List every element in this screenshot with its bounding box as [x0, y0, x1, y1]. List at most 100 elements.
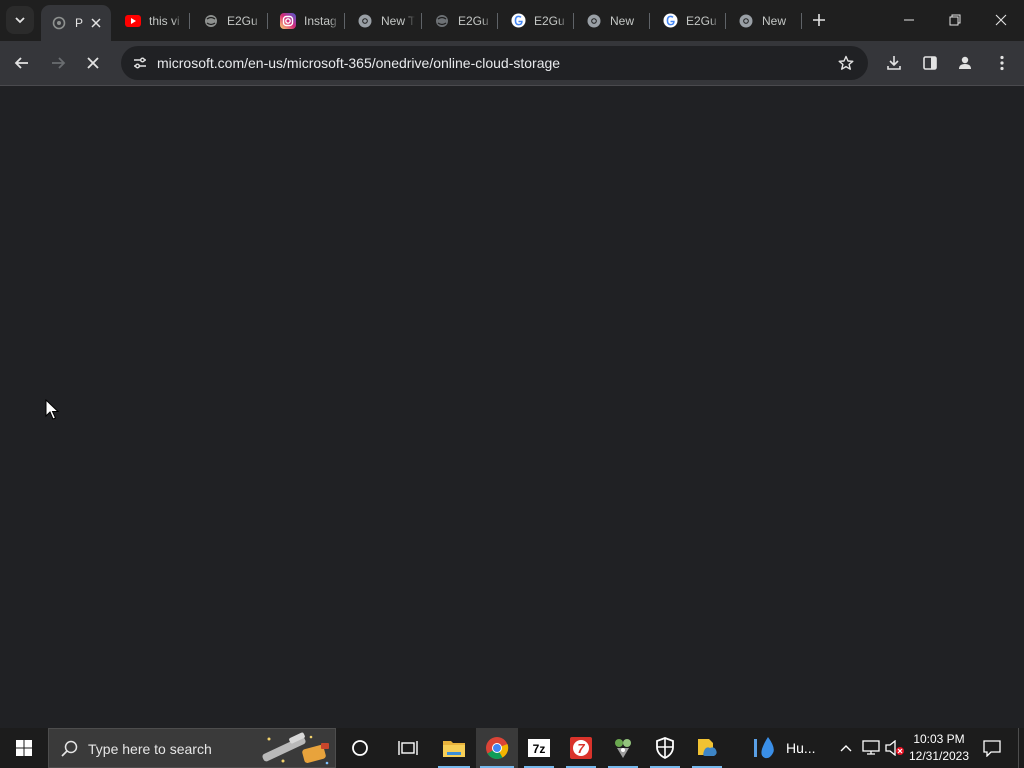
notification-icon	[983, 739, 1001, 757]
tab-e2gu-google-1[interactable]: E2Gu	[500, 6, 568, 35]
tab-separator	[267, 13, 268, 29]
tab-title: P	[75, 16, 84, 30]
tab-strip: P this vi E2Gu Instag New T E2Gu E2Gu Ne…	[0, 0, 1024, 41]
svg-text:7: 7	[577, 741, 585, 756]
tab-separator	[497, 13, 498, 29]
taskbar-security[interactable]	[646, 728, 684, 768]
windows-icon	[16, 740, 32, 756]
stop-loading-button[interactable]	[78, 48, 108, 78]
side-panel-button[interactable]	[915, 48, 945, 78]
show-hidden-icons-button[interactable]	[836, 728, 856, 768]
volume-muted-icon	[885, 740, 904, 756]
arrow-right-icon	[52, 57, 66, 69]
downloads-button[interactable]	[879, 48, 909, 78]
new-tab-button[interactable]	[806, 7, 832, 33]
game-icon	[615, 739, 631, 758]
shield-icon	[656, 737, 674, 759]
taskbar-7zip[interactable]: 7z	[520, 728, 558, 768]
clock-date: 12/31/2023	[908, 749, 970, 763]
task-view-button[interactable]	[386, 728, 430, 768]
forward-button[interactable]	[43, 48, 73, 78]
tab-instagram[interactable]: Instag	[270, 6, 340, 35]
start-button[interactable]	[0, 728, 48, 768]
tab-onedrive[interactable]: P	[41, 5, 111, 41]
taskbar-chrome[interactable]	[476, 728, 518, 768]
volume-button[interactable]	[884, 728, 906, 768]
network-button[interactable]	[860, 728, 882, 768]
taskbar-file-explorer[interactable]	[434, 728, 474, 768]
site-info-icon[interactable]	[126, 49, 154, 77]
tab-title: E2Gu	[686, 13, 717, 28]
tab-title: New	[762, 13, 787, 28]
minimize-button[interactable]	[886, 0, 932, 40]
tab-title: Instag	[304, 13, 337, 28]
circle-icon	[352, 740, 368, 756]
page-content	[0, 87, 1024, 728]
tab-separator	[189, 13, 190, 29]
cortana-button[interactable]	[338, 728, 382, 768]
tab-search-button[interactable]	[6, 6, 34, 34]
close-icon	[995, 14, 1007, 26]
tab-youtube[interactable]: this vi	[115, 6, 183, 35]
profile-button[interactable]	[950, 48, 980, 78]
address-bar[interactable]: microsoft.com/en-us/microsoft-365/onedri…	[121, 46, 868, 80]
loading-spinner-icon	[51, 15, 67, 31]
back-button[interactable]	[7, 48, 37, 78]
task-view-icon	[398, 741, 418, 755]
globe-icon	[203, 13, 219, 29]
tab-e2gu-1[interactable]: E2Gu	[193, 6, 263, 35]
mouse-cursor-icon	[45, 399, 59, 420]
kebab-menu-icon	[1000, 55, 1004, 71]
7zip-icon: 7z	[528, 739, 550, 757]
tab-e2gu-google-2[interactable]: E2Gu	[652, 6, 720, 35]
globe-icon	[434, 13, 450, 29]
tab-new-tab-2[interactable]: New	[576, 6, 644, 35]
arrow-left-icon	[14, 57, 28, 69]
show-desktop-button[interactable]	[1019, 728, 1024, 768]
chevron-down-icon	[15, 17, 25, 24]
restore-icon	[949, 14, 961, 26]
search-placeholder: Type here to search	[88, 741, 212, 757]
weather-widget[interactable]: Hu...	[748, 728, 824, 768]
chrome-icon	[738, 13, 754, 29]
google-icon	[662, 13, 678, 29]
taskbar-search-box[interactable]: Type here to search	[48, 728, 336, 768]
close-icon	[87, 57, 99, 69]
restore-button[interactable]	[932, 0, 978, 40]
svg-text:7z: 7z	[533, 742, 546, 756]
taskbar-app-game[interactable]	[604, 728, 642, 768]
tab-new-tab-3[interactable]: New	[728, 6, 796, 35]
tab-separator	[573, 13, 574, 29]
tab-new-tab-1[interactable]: New T	[347, 6, 415, 35]
side-panel-icon	[923, 56, 937, 70]
folder-icon	[443, 741, 465, 757]
chrome-icon	[486, 737, 509, 759]
tab-title: E2Gu	[534, 13, 565, 28]
tab-title: E2Gu	[458, 13, 489, 28]
instagram-icon	[280, 12, 296, 29]
weather-text: Hu...	[786, 740, 816, 756]
system-clock[interactable]: 10:03 PM 12/31/2023	[905, 731, 973, 765]
files-icon	[698, 739, 717, 756]
close-window-button[interactable]	[978, 0, 1024, 40]
tab-title: New	[610, 13, 635, 28]
tab-title: E2Gu	[227, 13, 258, 28]
minimize-icon	[904, 19, 914, 21]
taskbar-files[interactable]	[688, 728, 726, 768]
chrome-icon	[357, 13, 373, 29]
water-drop-icon	[754, 737, 774, 759]
tab-separator	[725, 13, 726, 29]
bookmark-star-icon[interactable]	[834, 51, 858, 75]
network-icon	[862, 740, 880, 755]
url-text[interactable]: microsoft.com/en-us/microsoft-365/onedri…	[157, 55, 560, 71]
tab-separator	[649, 13, 650, 29]
tab-e2gu-2[interactable]: E2Gu	[424, 6, 492, 35]
notification-center-button[interactable]	[978, 728, 1006, 768]
browser-toolbar: microsoft.com/en-us/microsoft-365/onedri…	[0, 41, 1024, 86]
taskbar-app-red[interactable]: 7	[562, 728, 600, 768]
tab-separator	[421, 13, 422, 29]
tab-separator	[801, 13, 802, 29]
clock-time: 10:03 PM	[913, 732, 965, 746]
menu-button[interactable]	[987, 48, 1017, 78]
close-tab-icon[interactable]	[87, 14, 105, 32]
